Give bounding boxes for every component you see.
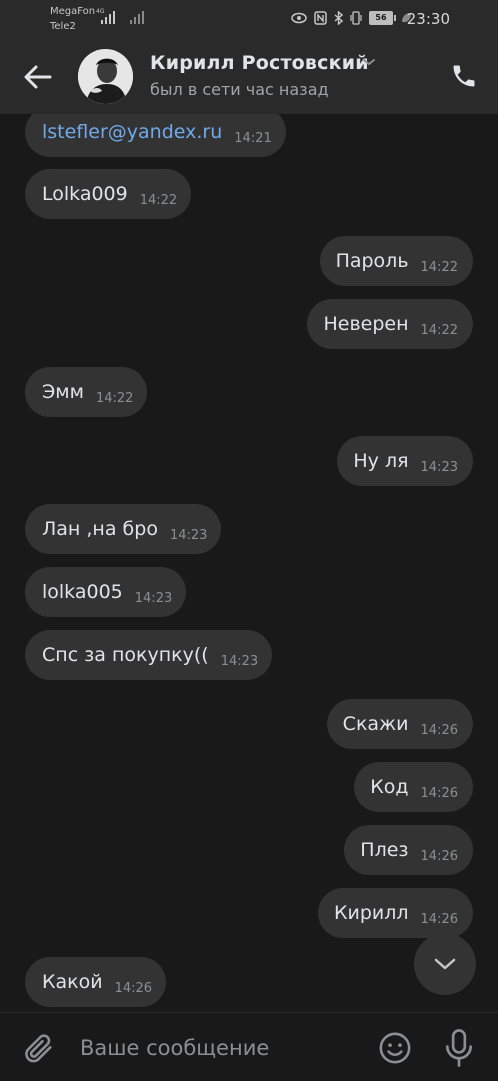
arrow-left-icon (24, 65, 52, 89)
chat-header: Кирилл Ростовский был в сети час назад (0, 40, 498, 114)
message-outgoing[interactable]: Плез 14:26 (344, 825, 473, 875)
message-link[interactable]: lstefler@yandex.ru (42, 121, 222, 143)
message-outgoing[interactable]: Скажи 14:26 (326, 699, 473, 749)
phone-icon (453, 65, 475, 87)
chevron-down-icon (434, 958, 456, 970)
eye-icon (291, 12, 307, 24)
message-incoming[interactable]: lolka005 14:23 (25, 567, 187, 617)
battery-icon: 56 (369, 11, 396, 25)
emoji-icon (379, 1032, 411, 1064)
message-time: 14:22 (420, 259, 458, 275)
message-text: Код (370, 776, 409, 798)
message-time: 14:22 (139, 192, 178, 208)
message-time: 14:23 (134, 590, 173, 606)
message-outgoing[interactable]: Кирилл 14:26 (317, 888, 473, 938)
back-button[interactable] (22, 62, 56, 92)
signal-icon-2 (130, 10, 144, 24)
message-outgoing[interactable]: Неверен 14:22 (307, 299, 473, 349)
message-incoming[interactable]: Эмм 14:22 (25, 367, 148, 417)
avatar-image (78, 49, 133, 104)
message-incoming[interactable]: lstefler@yandex.ru 14:21 (25, 114, 286, 157)
avatar[interactable] (78, 49, 133, 104)
bluetooth-icon (334, 11, 343, 25)
carrier-2: Tele2 (50, 21, 76, 32)
message-text: Ну ля (353, 450, 409, 472)
message-text: Неверен (323, 313, 409, 335)
message-time: 14:23 (169, 527, 208, 543)
call-button[interactable] (450, 62, 478, 90)
message-incoming[interactable]: Спс за покупку(( 14:23 (25, 630, 273, 680)
message-time: 14:26 (420, 848, 458, 864)
message-input[interactable] (80, 1031, 360, 1065)
message-time: 14:26 (420, 785, 458, 801)
message-incoming[interactable]: Лан ,на бро 14:23 (25, 504, 222, 554)
contact-name[interactable]: Кирилл Ростовский (150, 52, 369, 74)
message-composer (0, 1012, 498, 1081)
message-time: 14:26 (114, 980, 153, 996)
carrier-1: MegaFon (50, 6, 96, 17)
message-outgoing[interactable]: Код 14:26 (354, 762, 473, 812)
message-text: Какой (42, 971, 103, 993)
message-text: lolka005 (42, 581, 123, 603)
microphone-icon (445, 1029, 473, 1067)
message-outgoing[interactable]: Ну ля 14:23 (337, 436, 473, 486)
message-time: 14:23 (420, 459, 458, 475)
message-time: 14:22 (95, 390, 134, 406)
status-icons: 56 (291, 11, 412, 25)
signal-icon (101, 10, 115, 24)
message-text: Лан ,на бро (42, 518, 158, 540)
emoji-button[interactable] (378, 1031, 412, 1065)
microphone-button[interactable] (444, 1029, 474, 1067)
message-incoming[interactable]: Lolka009 14:22 (25, 169, 192, 219)
status-time: 23:30 (406, 10, 450, 28)
message-time: 14:21 (234, 130, 272, 146)
chevron-down-icon[interactable] (361, 54, 377, 70)
message-time: 14:23 (220, 653, 259, 669)
message-text: Эмм (42, 381, 84, 403)
message-text: Кирилл (333, 902, 409, 924)
message-time: 14:26 (420, 722, 458, 738)
attach-button[interactable] (22, 1031, 56, 1065)
message-incoming[interactable]: Какой 14:26 (25, 957, 167, 1007)
message-text: Пароль (335, 250, 409, 272)
message-outgoing[interactable]: Пароль 14:22 (319, 236, 473, 286)
message-time: 14:22 (420, 322, 458, 338)
nfc-icon (314, 11, 327, 25)
message-text: Lolka009 (42, 183, 128, 205)
message-text: Плез (360, 839, 409, 861)
message-text: Спс за покупку(( (42, 644, 209, 666)
message-list[interactable]: lstefler@yandex.ru 14:21 Lolka009 14:22 … (0, 114, 498, 1012)
message-text: Скажи (342, 713, 409, 735)
status-bar: MegaFon Tele2 4G 56 23:30 (0, 0, 498, 40)
contact-status: был в сети час назад (150, 80, 329, 99)
message-time: 14:26 (420, 911, 458, 927)
vibrate-icon (350, 11, 362, 25)
scroll-down-button[interactable] (414, 933, 476, 995)
paperclip-icon (25, 1034, 52, 1063)
